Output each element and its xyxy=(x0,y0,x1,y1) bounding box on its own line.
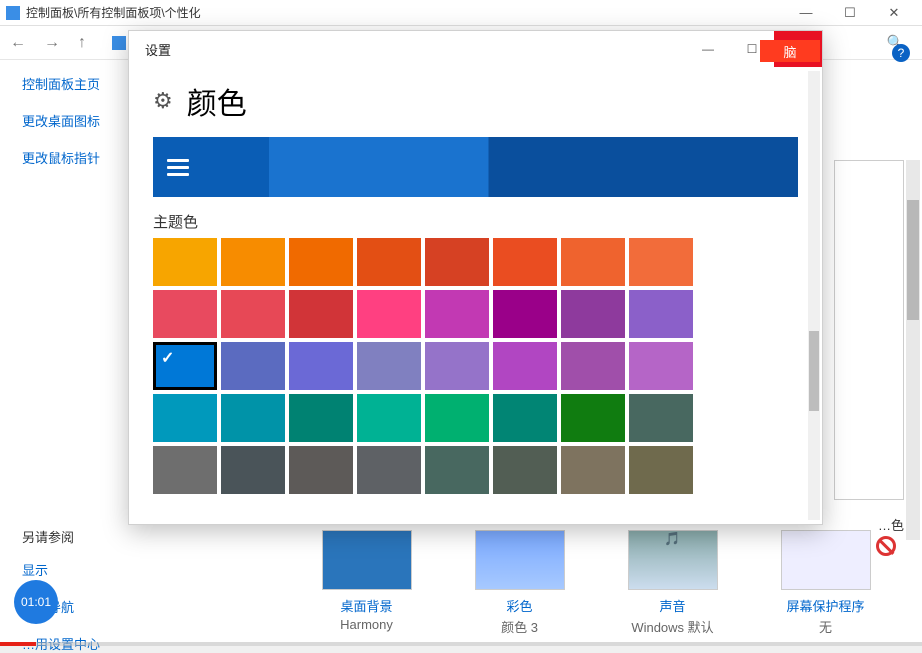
control-panel-icon xyxy=(6,6,20,20)
color-swatch[interactable] xyxy=(629,238,693,286)
color-swatch[interactable] xyxy=(289,342,353,390)
color-swatch[interactable] xyxy=(153,342,217,390)
tile-thumb: 🎵 xyxy=(628,530,718,590)
color-swatch[interactable] xyxy=(357,290,421,338)
tile-title: 屏幕保护程序 xyxy=(751,596,901,615)
color-swatch[interactable] xyxy=(357,446,421,494)
color-swatch[interactable] xyxy=(425,290,489,338)
tile-sub: Harmony xyxy=(292,617,442,632)
minimize-button[interactable]: — xyxy=(784,0,828,26)
tile-screensaver[interactable]: 屏幕保护程序 无 xyxy=(751,530,901,636)
page-title: 颜色 xyxy=(187,79,247,123)
settings-scroll-thumb[interactable] xyxy=(809,331,819,411)
video-progress-fill xyxy=(0,642,36,646)
color-swatch[interactable] xyxy=(221,290,285,338)
nav-change-icons[interactable]: 更改桌面图标 xyxy=(22,111,140,130)
theme-preview-box xyxy=(834,160,904,500)
color-swatch[interactable] xyxy=(153,238,217,286)
tile-color[interactable]: 彩色 颜色 3 xyxy=(445,530,595,636)
color-swatch[interactable] xyxy=(629,446,693,494)
color-swatch[interactable] xyxy=(561,290,625,338)
color-swatch[interactable] xyxy=(289,238,353,286)
category-tiles: 桌面背景 Harmony 彩色 颜色 3 🎵 声音 Windows 默认 屏幕保… xyxy=(290,530,902,636)
color-swatch[interactable] xyxy=(425,394,489,442)
color-swatch[interactable] xyxy=(493,238,557,286)
color-swatch[interactable] xyxy=(153,394,217,442)
settings-titlebar: 设置 — ☐ ✕↖ xyxy=(129,31,822,67)
tile-sub: 颜色 3 xyxy=(445,617,595,636)
color-swatch[interactable] xyxy=(425,238,489,286)
tile-thumb xyxy=(322,530,412,590)
color-swatch[interactable] xyxy=(289,446,353,494)
color-swatch[interactable] xyxy=(493,342,557,390)
tile-sub: Windows 默认 xyxy=(598,617,748,636)
left-nav: 控制面板主页 更改桌面图标 更改鼠标指针 另请参阅 显示 …和导航 …用设置中心 xyxy=(0,60,140,646)
settings-heading: ⚙ 颜色 xyxy=(153,79,798,123)
close-button[interactable]: ✕ xyxy=(872,0,916,26)
color-swatch[interactable] xyxy=(629,342,693,390)
up-button[interactable]: ↑ xyxy=(78,34,86,52)
timestamp-badge: 01:01 xyxy=(14,580,58,624)
gear-icon: ⚙ xyxy=(153,88,173,114)
color-swatch[interactable] xyxy=(561,394,625,442)
tile-thumb xyxy=(781,530,871,590)
color-swatch[interactable] xyxy=(357,394,421,442)
scroll-thumb[interactable] xyxy=(907,200,919,320)
tile-title: 彩色 xyxy=(445,596,595,615)
color-swatch[interactable] xyxy=(153,446,217,494)
color-swatch[interactable] xyxy=(629,290,693,338)
settings-title: 设置 xyxy=(145,40,171,59)
color-swatch[interactable] xyxy=(289,290,353,338)
color-swatch[interactable] xyxy=(357,342,421,390)
nav-change-pointer[interactable]: 更改鼠标指针 xyxy=(22,148,140,167)
color-swatch[interactable] xyxy=(629,394,693,442)
color-swatch[interactable] xyxy=(561,342,625,390)
breadcrumb-icon xyxy=(112,36,126,50)
window-title: 控制面板\所有控制面板项\个性化 xyxy=(26,4,201,21)
settings-body: ⚙ 颜色 主题色 xyxy=(129,67,822,524)
settings-scrollbar[interactable] xyxy=(808,71,820,520)
nav-home[interactable]: 控制面板主页 xyxy=(22,74,140,93)
tile-title: 桌面背景 xyxy=(292,596,442,615)
color-swatch[interactable] xyxy=(425,446,489,494)
desktop-clip: 脑 xyxy=(760,40,820,62)
color-swatch[interactable] xyxy=(493,394,557,442)
color-swatch[interactable] xyxy=(493,446,557,494)
color-swatch[interactable] xyxy=(425,342,489,390)
color-swatch[interactable] xyxy=(221,238,285,286)
scrollbar[interactable] xyxy=(906,160,920,540)
color-swatch[interactable] xyxy=(493,290,557,338)
color-swatch[interactable] xyxy=(221,446,285,494)
settings-minimize-button[interactable]: — xyxy=(686,31,730,67)
color-swatch[interactable] xyxy=(221,342,285,390)
nav-display[interactable]: 显示 xyxy=(22,560,140,579)
color-swatch-grid xyxy=(153,238,798,494)
forward-button[interactable]: → xyxy=(44,34,60,52)
start-preview xyxy=(153,137,798,197)
hamburger-icon xyxy=(167,155,189,180)
maximize-button[interactable]: ☐ xyxy=(828,0,872,26)
deny-icon xyxy=(876,536,896,556)
see-also-label: 另请参阅 xyxy=(22,527,140,546)
color-swatch[interactable] xyxy=(561,446,625,494)
back-button[interactable]: ← xyxy=(10,34,26,52)
tile-sub: 无 xyxy=(751,617,901,636)
outer-titlebar: 控制面板\所有控制面板项\个性化 — ☐ ✕ xyxy=(0,0,922,26)
color-swatch[interactable] xyxy=(357,238,421,286)
video-progress[interactable] xyxy=(0,642,922,646)
tile-sound[interactable]: 🎵 声音 Windows 默认 xyxy=(598,530,748,636)
color-swatch[interactable] xyxy=(289,394,353,442)
tile-thumb xyxy=(475,530,565,590)
settings-window: 设置 — ☐ ✕↖ ⚙ 颜色 主题色 xyxy=(128,30,823,525)
color-swatch[interactable] xyxy=(221,394,285,442)
color-swatch[interactable] xyxy=(153,290,217,338)
section-label: 主题色 xyxy=(153,211,798,232)
tile-background[interactable]: 桌面背景 Harmony xyxy=(292,530,442,636)
tile-title: 声音 xyxy=(598,596,748,615)
color-swatch[interactable] xyxy=(561,238,625,286)
